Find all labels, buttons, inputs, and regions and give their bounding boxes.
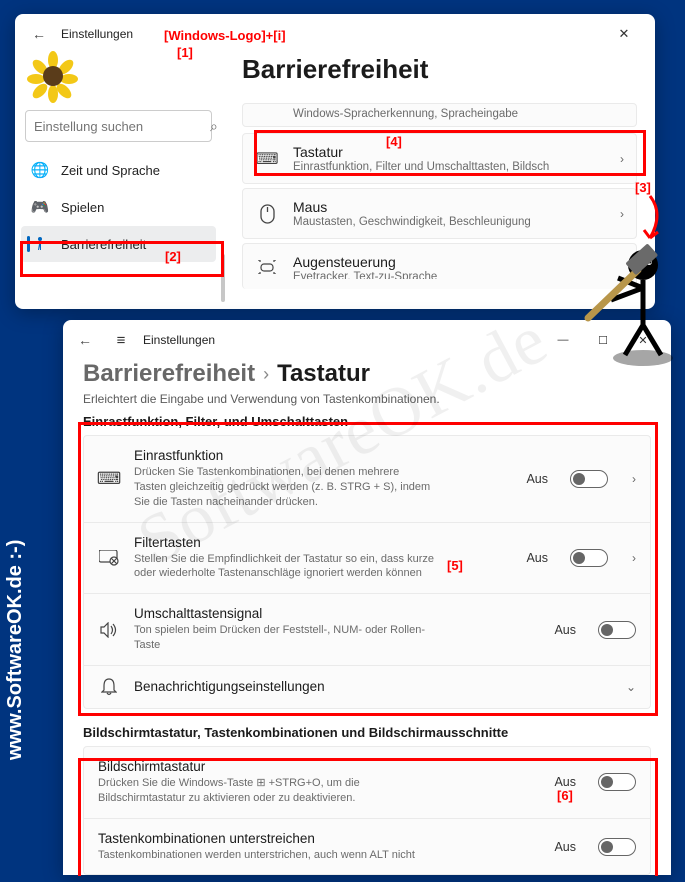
setting-row-keyboard[interactable]: ⌨ Tastatur Einrastfunktion, Filter und U… (242, 133, 637, 184)
annotation-3: [3] (635, 180, 651, 195)
search-icon: ⌕ (210, 118, 218, 135)
sidebar-item-label: Barrierefreiheit (61, 237, 146, 252)
row-subtitle: Tastenkombinationen werden unterstrichen… (98, 848, 438, 863)
menu-button[interactable]: ≡ (107, 326, 135, 354)
toggle-state: Aus (526, 551, 548, 565)
setting-row-onscreen-keyboard[interactable]: Bildschirmtastatur Drücken Sie die Windo… (83, 746, 651, 819)
titlebar: ← ≡ Einstellungen — ☐ ✕ (63, 320, 671, 360)
sidebar-item-gaming[interactable]: 🎮 Spielen (21, 189, 216, 225)
row-subtitle: Eyetracker, Text-zu-Sprache (293, 271, 624, 279)
row-title: Einrastfunktion (134, 448, 512, 463)
website-side-text: www.SoftwareOK.de :-) (4, 540, 27, 760)
page-title: Barrierefreiheit (242, 54, 637, 85)
sidebar-item-accessibility[interactable]: Barrierefreiheit (21, 226, 216, 262)
annotation-5: [5] (447, 558, 463, 573)
chevron-down-icon[interactable]: ⌄ (626, 680, 636, 694)
gamepad-icon: 🎮 (31, 198, 49, 216)
sidebar-item-label: Zeit und Sprache (61, 163, 160, 178)
row-subtitle: Drücken Sie Tastenkombinationen, bei den… (134, 465, 434, 510)
row-subtitle: Drücken Sie die Windows-Taste ⊞ +STRG+O,… (98, 776, 428, 806)
annotation-shortcut-label: [Windows-Logo]+[i] (164, 28, 286, 43)
row-subtitle: Ton spielen beim Drücken der Feststell-,… (134, 623, 434, 653)
chevron-right-icon: › (620, 207, 624, 221)
row-title: Maus (293, 199, 606, 215)
setting-row-filter-keys[interactable]: Filtertasten Stellen Sie die Empfindlich… (83, 523, 651, 595)
row-title: Tastatur (293, 144, 606, 160)
close-button[interactable]: ✕ (603, 20, 645, 48)
toggle-switch[interactable] (598, 773, 636, 791)
toggle-switch[interactable] (598, 838, 636, 856)
sidebar-item-label: Spielen (61, 200, 104, 215)
back-button[interactable]: ← (25, 20, 53, 48)
chevron-right-icon[interactable]: › (632, 551, 636, 565)
row-subtitle: Maustasten, Geschwindigkeit, Beschleunig… (293, 216, 606, 228)
sound-icon (98, 622, 120, 638)
sidebar-scrollbar[interactable] (221, 254, 225, 302)
toggle-switch[interactable] (598, 621, 636, 639)
annotation-4: [4] (386, 134, 402, 149)
window-title: Einstellungen (61, 27, 603, 41)
user-avatar[interactable] (31, 54, 75, 98)
chevron-right-icon[interactable]: › (632, 472, 636, 486)
row-title: Tastenkombinationen unterstreichen (98, 831, 540, 846)
row-subtitle: Einrastfunktion, Filter und Umschalttast… (293, 161, 606, 173)
toggle-state: Aus (554, 840, 576, 854)
sidebar-item-time-language[interactable]: 🌐 Zeit und Sprache (21, 152, 216, 188)
section-title: Einrastfunktion, Filter, und Umschalttas… (83, 414, 651, 429)
row-subtitle: Windows-Spracherkennung, Spracheingabe (293, 108, 624, 120)
clock-globe-icon: 🌐 (31, 161, 49, 179)
window-title: Einstellungen (143, 333, 215, 347)
setting-row-toggle-keys[interactable]: Umschalttastensignal Ton spielen beim Dr… (83, 594, 651, 666)
row-title: Umschalttastensignal (134, 606, 540, 621)
annotation-6: [6] (557, 788, 573, 803)
annotation-1: [1] (177, 45, 193, 60)
sticky-keys-icon: ⌨ (98, 469, 120, 489)
chevron-right-icon: › (620, 152, 624, 166)
row-subtitle: Stellen Sie die Empfindlichkeit der Tast… (134, 552, 434, 582)
setting-row-underline-shortcuts[interactable]: Tastenkombinationen unterstreichen Taste… (83, 819, 651, 875)
toggle-state: Aus (526, 472, 548, 486)
filter-keys-icon (98, 550, 120, 566)
sidebar: ⌕ 🌐 Zeit und Sprache 🎮 Spielen Barrieref… (15, 54, 226, 309)
settings-window-keyboard: ← ≡ Einstellungen — ☐ ✕ Barrierefreiheit… (63, 320, 671, 875)
hammer-figure-illustration (583, 230, 683, 370)
search-input-container[interactable]: ⌕ (25, 110, 212, 142)
minimize-button[interactable]: — (543, 326, 583, 354)
setting-row-sticky-keys[interactable]: ⌨ Einrastfunktion Drücken Sie Tastenkomb… (83, 435, 651, 523)
bell-icon (98, 678, 120, 696)
chevron-right-icon: › (263, 364, 269, 385)
toggle-state: Aus (554, 623, 576, 637)
toggle-switch[interactable] (570, 470, 608, 488)
setting-row-speech-peek[interactable]: Windows-Spracherkennung, Spracheingabe (242, 103, 637, 127)
toggle-switch[interactable] (570, 549, 608, 567)
row-title: Augensteuerung (293, 254, 624, 270)
section-title: Bildschirmtastatur, Tastenkombinationen … (83, 725, 651, 740)
breadcrumb-current: Tastatur (277, 360, 370, 388)
row-title: Benachrichtigungseinstellungen (134, 679, 602, 694)
page-description: Erleichtert die Eingabe und Verwendung v… (83, 392, 651, 406)
row-title: Filtertasten (134, 535, 512, 550)
breadcrumb: Barrierefreiheit › Tastatur (83, 360, 651, 388)
back-button[interactable]: ← (71, 326, 99, 354)
setting-row-eye-control[interactable]: Augensteuerung Eyetracker, Text-zu-Sprac… (242, 243, 637, 289)
setting-row-notifications[interactable]: Benachrichtigungseinstellungen ⌄ (83, 666, 651, 709)
row-title: Bildschirmtastatur (98, 759, 540, 774)
settings-window-accessibility: ← Einstellungen ✕ ⌕ 🌐 Zeit und (15, 14, 655, 309)
eye-icon (255, 260, 279, 274)
search-input[interactable] (34, 119, 210, 134)
keyboard-icon: ⌨ (255, 149, 279, 169)
titlebar: ← Einstellungen ✕ (15, 14, 655, 54)
annotation-2: [2] (165, 249, 181, 264)
mouse-icon (255, 204, 279, 224)
setting-row-mouse[interactable]: Maus Maustasten, Geschwindigkeit, Beschl… (242, 188, 637, 239)
accessibility-icon (31, 235, 49, 253)
breadcrumb-parent[interactable]: Barrierefreiheit (83, 360, 255, 388)
